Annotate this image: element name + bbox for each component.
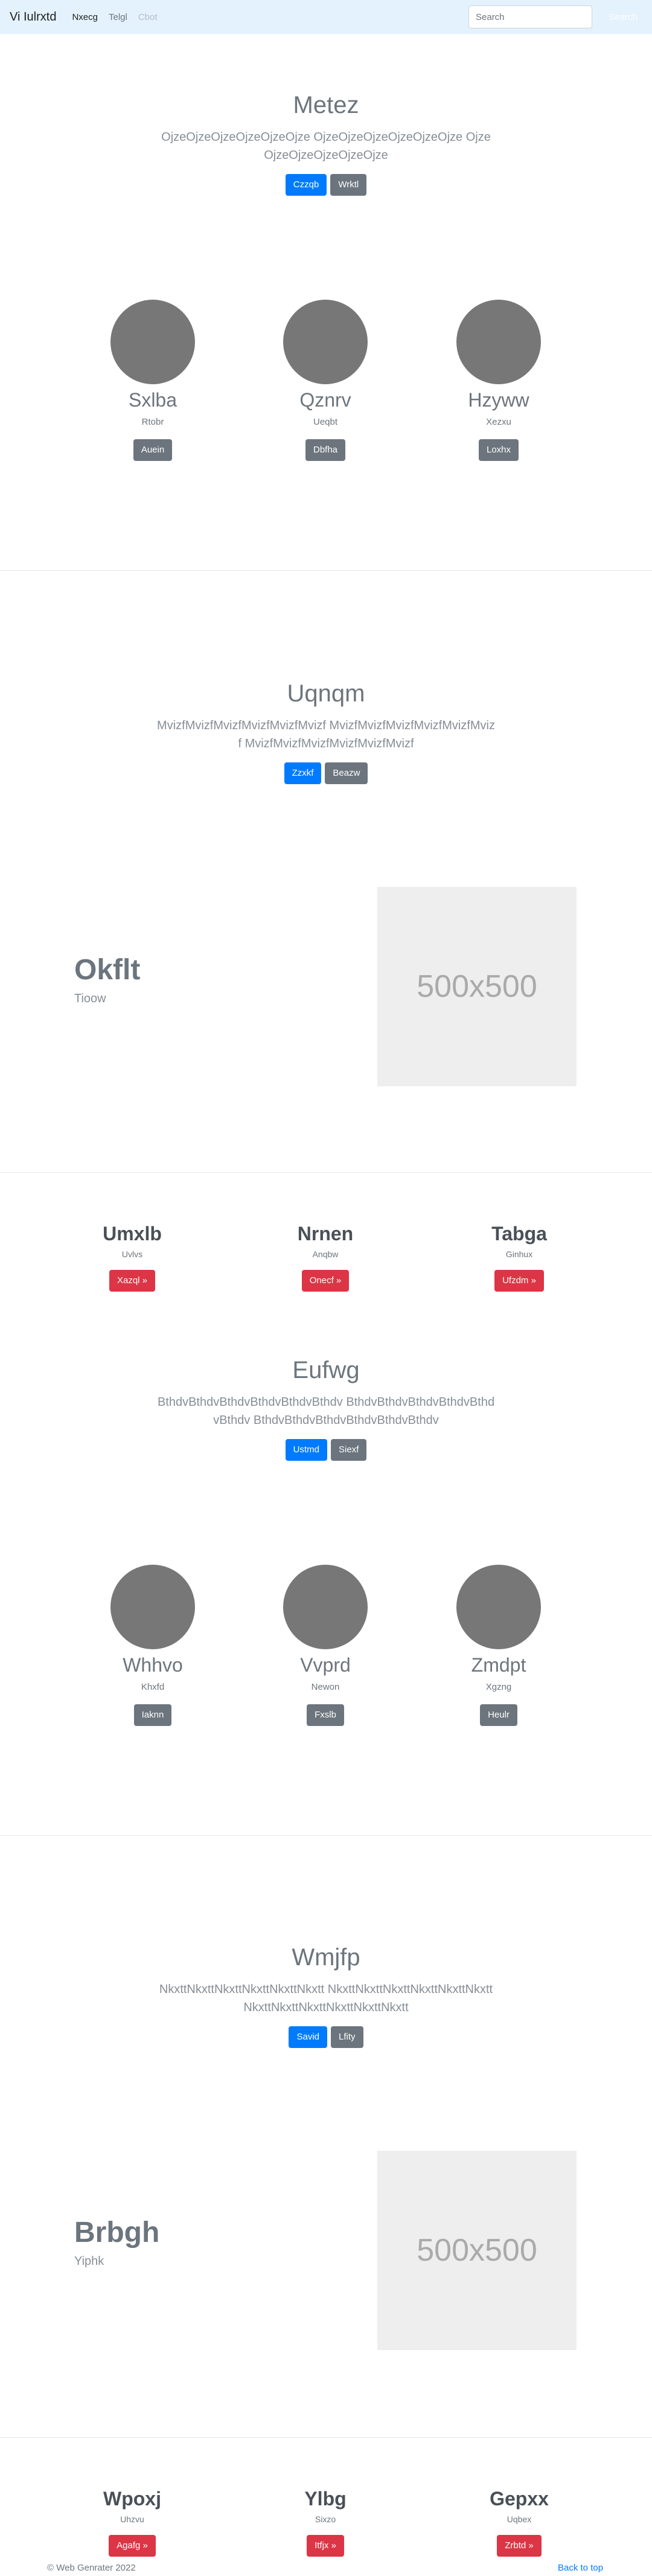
hero-lead: MvizfMvizfMvizfMvizfMvizfMvizf MvizfMviz… xyxy=(157,719,495,750)
hero-secondary-button[interactable]: Beazw xyxy=(325,762,368,784)
hero-secondary-button[interactable]: Lfity xyxy=(331,2026,363,2048)
profile-button[interactable]: Dbfha xyxy=(305,439,346,461)
hero-buttons: Savid Lfity xyxy=(0,2026,652,2048)
profile-name: Sxlba xyxy=(128,389,177,411)
hero-primary-button[interactable]: Zzxkf xyxy=(284,762,322,784)
avatar xyxy=(283,300,368,384)
hero-buttons: Zzxkf Beazw xyxy=(0,762,652,784)
heading-card-subtitle: Uqbex xyxy=(507,2514,532,2524)
feature-subtitle: Tioow xyxy=(74,992,106,1005)
hero-buttons: Ustmd Siexf xyxy=(0,1439,652,1461)
hero-title: Eufwg xyxy=(292,1357,360,1383)
heading-card-button[interactable]: Xazql » xyxy=(109,1270,156,1292)
feature-subtitle: Yiphk xyxy=(74,2255,104,2268)
search-button[interactable]: Search xyxy=(601,5,645,28)
profile-card: Zmdpt Xgzng Heulr xyxy=(408,1565,589,1726)
heading-card-button[interactable]: Itfjx » xyxy=(307,2535,344,2557)
hero-section-3: Eufwg BthdvBthdvBthdvBthdvBthdvBthdv Bth… xyxy=(0,1356,652,1461)
heading-card: Wpoxj Uhzvu Agafg » xyxy=(42,2487,223,2557)
navbar: Vi Iulrxtd Nxecg Telgl Cbot Search xyxy=(0,0,652,34)
hero-buttons: Czzqb Wrktl xyxy=(0,174,652,196)
section-divider xyxy=(0,570,652,571)
nav-link-1[interactable]: Nxecg xyxy=(72,12,98,22)
heading-card-subtitle: Uvlvs xyxy=(121,1249,143,1259)
back-to-top-link[interactable]: Back to top xyxy=(558,2563,603,2573)
placeholder-label: 500x500 xyxy=(417,969,537,1004)
hero-secondary-button[interactable]: Wrktl xyxy=(330,174,367,196)
hero-title: Wmjfp xyxy=(292,1944,360,1971)
profile-subtitle: Khxfd xyxy=(141,1682,165,1692)
section-divider xyxy=(0,2437,652,2438)
avatar xyxy=(110,300,195,384)
heading-card-button[interactable]: Ufzdm » xyxy=(494,1270,544,1292)
hero-lead: BthdvBthdvBthdvBthdvBthdvBthdv BthdvBthd… xyxy=(157,1396,495,1427)
nav-link-2[interactable]: Telgl xyxy=(109,12,127,22)
heading-card-title: Wpoxj xyxy=(103,2488,161,2510)
heading-card-button[interactable]: Agafg » xyxy=(109,2535,156,2557)
feature-title: Brbgh xyxy=(74,2217,160,2249)
profile-subtitle: Xgzng xyxy=(485,1682,512,1692)
profile-name: Zmdpt xyxy=(471,1654,526,1676)
hero-primary-button[interactable]: Savid xyxy=(289,2026,327,2048)
hero-secondary-button[interactable]: Siexf xyxy=(330,1439,367,1461)
hero-title: Metez xyxy=(293,92,359,118)
heading-card-title: Tabga xyxy=(491,1223,547,1245)
profile-subtitle: Newon xyxy=(311,1682,340,1692)
heading-card: Umxlb Uvlvs Xazql » xyxy=(42,1222,223,1292)
hero-lead: NkxttNkxttNkxttNkxttNkxttNkxtt NkxttNkxt… xyxy=(159,1983,493,2014)
placeholder-label: 500x500 xyxy=(417,2233,537,2268)
hero-primary-button[interactable]: Ustmd xyxy=(285,1439,327,1461)
profile-name: Qznrv xyxy=(299,389,351,411)
profile-card: Vvprd Newon Fxslb xyxy=(235,1565,416,1726)
profile-button[interactable]: Fxslb xyxy=(307,1704,344,1726)
profile-name: Vvprd xyxy=(300,1654,351,1676)
avatar xyxy=(283,1565,368,1649)
profile-button[interactable]: Loxhx xyxy=(478,439,519,461)
hero-section-4: Wmjfp NkxttNkxttNkxttNkxttNkxttNkxtt Nkx… xyxy=(0,1943,652,2048)
navbar-brand[interactable]: Vi Iulrxtd xyxy=(10,10,56,24)
hero-title: Uqnqm xyxy=(287,680,365,707)
profile-card: Qznrv Ueqbt Dbfha xyxy=(235,300,416,461)
hero-lead: OjzeOjzeOjzeOjzeOjzeOjze OjzeOjzeOjzeOjz… xyxy=(161,130,491,162)
profile-subtitle: Xezxu xyxy=(486,417,511,427)
avatar xyxy=(456,1565,541,1649)
heading-card: Ylbg Sixzo Itfjx » xyxy=(235,2487,416,2557)
profile-button[interactable]: Iaknn xyxy=(133,1704,172,1726)
profile-name: Hzyww xyxy=(468,389,529,411)
heading-card-button[interactable]: Zrbtd » xyxy=(497,2535,542,2557)
placeholder-image: 500x500 xyxy=(377,887,577,1086)
heading-card-subtitle: Ginhux xyxy=(505,1249,533,1259)
profile-subtitle: Ueqbt xyxy=(313,417,338,427)
profile-card: Hzyww Xezxu Loxhx xyxy=(408,300,589,461)
footer-copyright: © Web Genrater 2022 xyxy=(47,2563,136,2573)
feature-title: Okflt xyxy=(74,954,141,986)
section-divider xyxy=(0,1172,652,1173)
nav-link-3-disabled: Cbot xyxy=(138,11,158,22)
heading-card-title: Gepxx xyxy=(490,2488,549,2510)
profile-subtitle: Rtobr xyxy=(141,417,164,427)
profile-card: Sxlba Rtobr Auein xyxy=(62,300,243,461)
section-divider xyxy=(0,1835,652,1836)
heading-card-subtitle: Uhzvu xyxy=(120,2514,144,2524)
heading-card: Gepxx Uqbex Zrbtd » xyxy=(429,2487,610,2557)
profile-name: Whhvo xyxy=(123,1654,183,1676)
profile-card: Whhvo Khxfd Iaknn xyxy=(62,1565,243,1726)
profile-button[interactable]: Heulr xyxy=(480,1704,517,1726)
avatar xyxy=(110,1565,195,1649)
heading-card-title: Nrnen xyxy=(297,1223,354,1245)
heading-card-title: Umxlb xyxy=(103,1223,162,1245)
hero-section-2: Uqnqm MvizfMvizfMvizfMvizfMvizfMvizf Mvi… xyxy=(0,679,652,784)
heading-card: Nrnen Anqbw Onecf » xyxy=(235,1222,416,1292)
avatar xyxy=(456,300,541,384)
heading-card-subtitle: Anqbw xyxy=(312,1249,339,1259)
placeholder-image: 500x500 xyxy=(377,2151,577,2350)
hero-section-1: Metez OjzeOjzeOjzeOjzeOjzeOjze OjzeOjzeO… xyxy=(0,91,652,196)
heading-card-button[interactable]: Onecf » xyxy=(301,1270,350,1292)
heading-card-subtitle: Sixzo xyxy=(315,2514,336,2524)
hero-primary-button[interactable]: Czzqb xyxy=(285,174,327,196)
profile-button[interactable]: Auein xyxy=(133,439,173,461)
search-input[interactable] xyxy=(468,5,592,28)
heading-card: Tabga Ginhux Ufzdm » xyxy=(429,1222,610,1292)
heading-card-title: Ylbg xyxy=(304,2488,347,2510)
